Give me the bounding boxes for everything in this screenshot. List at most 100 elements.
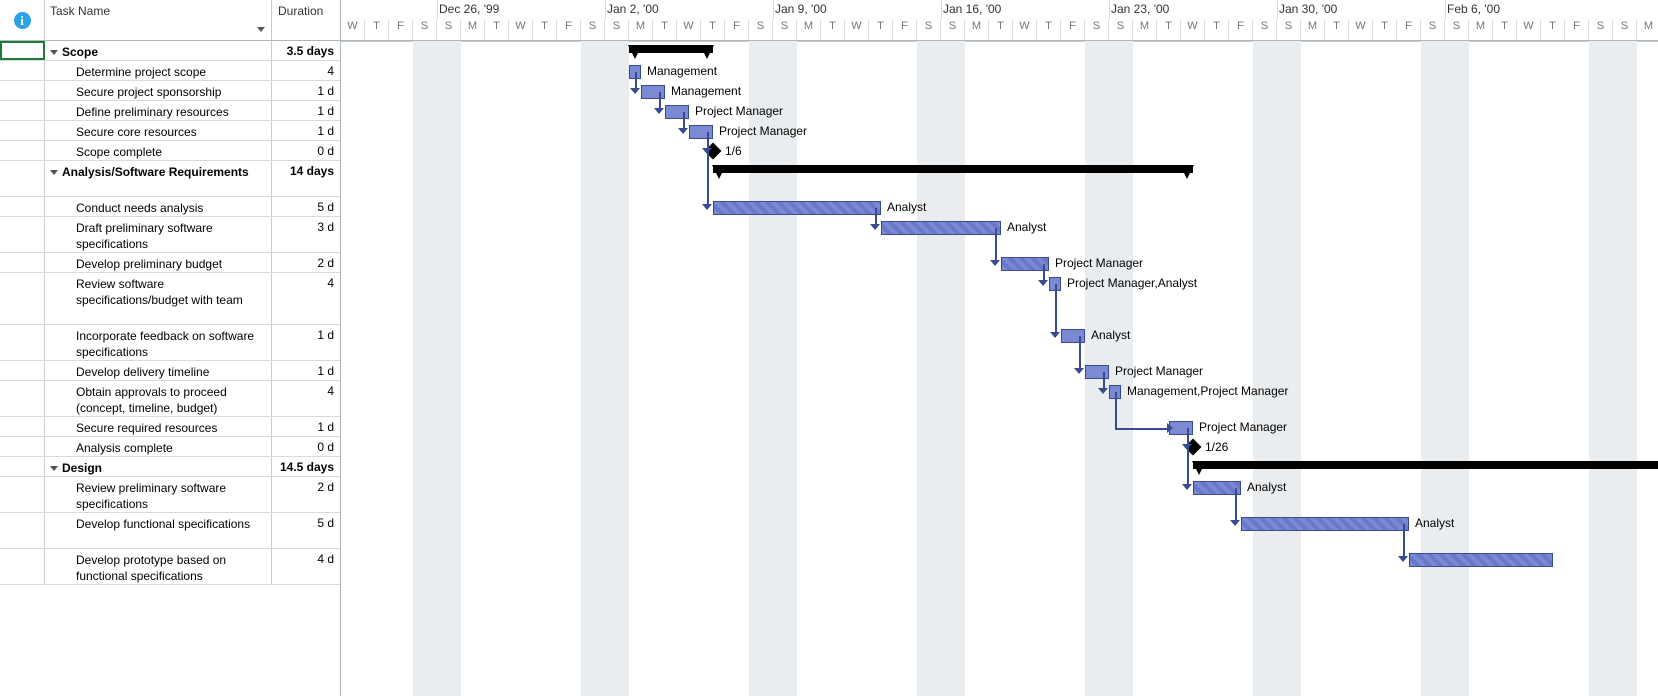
info-cell[interactable] xyxy=(0,361,45,380)
duration-cell[interactable]: 1 d xyxy=(272,121,340,140)
task-row[interactable]: Analysis/Software Requirements14 days xyxy=(0,161,340,197)
gantt-chart[interactable]: ManagementManagementProject ManagerProje… xyxy=(341,41,1658,696)
task-row[interactable]: Design14.5 days xyxy=(0,457,340,477)
duration-cell[interactable]: 1 d xyxy=(272,81,340,100)
task-bar[interactable] xyxy=(1169,421,1193,435)
task-name-cell[interactable]: Develop prototype based on functional sp… xyxy=(44,549,272,584)
info-cell[interactable] xyxy=(0,273,45,324)
task-row[interactable]: Secure core resources1 d xyxy=(0,121,340,141)
task-name-cell[interactable]: Review software specifications/budget wi… xyxy=(44,273,272,324)
summary-bar[interactable] xyxy=(629,45,713,53)
task-row[interactable]: Incorporate feedback on software specifi… xyxy=(0,325,340,361)
duration-cell[interactable]: 2 d xyxy=(272,477,340,512)
milestone-marker[interactable] xyxy=(705,143,722,160)
task-bar[interactable] xyxy=(1085,365,1109,379)
task-row[interactable]: Develop functional specifications5 d xyxy=(0,513,340,549)
duration-cell[interactable]: 4 xyxy=(272,381,340,416)
task-name-cell[interactable]: Review preliminary software specificatio… xyxy=(44,477,272,512)
info-cell[interactable] xyxy=(0,477,45,512)
task-name-column-header[interactable]: Task Name xyxy=(44,0,272,40)
task-row[interactable]: Scope complete0 d xyxy=(0,141,340,161)
duration-column-header[interactable]: Duration xyxy=(272,0,340,40)
task-name-cell[interactable]: Draft preliminary software specification… xyxy=(44,217,272,252)
duration-cell[interactable]: 3 d xyxy=(272,217,340,252)
task-name-cell[interactable]: Analysis/Software Requirements xyxy=(44,161,272,196)
task-row[interactable]: Obtain approvals to proceed (concept, ti… xyxy=(0,381,340,417)
task-name-cell[interactable]: Develop preliminary budget xyxy=(44,253,272,272)
duration-cell[interactable]: 1 d xyxy=(272,101,340,120)
info-cell[interactable] xyxy=(0,417,45,436)
task-bar[interactable] xyxy=(1061,329,1085,343)
duration-cell[interactable]: 0 d xyxy=(272,141,340,160)
task-name-cell[interactable]: Incorporate feedback on software specifi… xyxy=(44,325,272,360)
task-bar[interactable] xyxy=(1109,385,1121,399)
summary-bar[interactable] xyxy=(713,165,1193,173)
duration-cell[interactable]: 1 d xyxy=(272,325,340,360)
milestone-marker[interactable] xyxy=(1185,439,1202,456)
info-cell[interactable] xyxy=(0,141,45,160)
task-name-cell[interactable]: Secure required resources xyxy=(44,417,272,436)
task-bar[interactable] xyxy=(689,125,713,139)
task-name-cell[interactable]: Scope xyxy=(44,41,272,60)
info-cell[interactable] xyxy=(0,253,45,272)
task-name-cell[interactable]: Design xyxy=(44,457,272,476)
duration-cell[interactable]: 5 d xyxy=(272,197,340,216)
task-row[interactable]: Draft preliminary software specification… xyxy=(0,217,340,253)
task-name-cell[interactable]: Scope complete xyxy=(44,141,272,160)
task-bar[interactable] xyxy=(1409,553,1553,567)
info-cell[interactable] xyxy=(0,325,45,360)
task-bar[interactable] xyxy=(1049,277,1061,291)
duration-cell[interactable]: 1 d xyxy=(272,417,340,436)
info-cell[interactable] xyxy=(0,41,45,60)
task-name-cell[interactable]: Develop functional specifications xyxy=(44,513,272,548)
collapse-toggle-icon[interactable] xyxy=(50,50,58,55)
task-row[interactable]: Review software specifications/budget wi… xyxy=(0,273,340,325)
task-name-cell[interactable]: Obtain approvals to proceed (concept, ti… xyxy=(44,381,272,416)
task-name-cell[interactable]: Develop delivery timeline xyxy=(44,361,272,380)
task-name-cell[interactable]: Determine project scope xyxy=(44,61,272,80)
task-bar[interactable] xyxy=(1193,481,1241,495)
summary-bar[interactable] xyxy=(1193,461,1658,469)
duration-cell[interactable]: 5 d xyxy=(272,513,340,548)
duration-cell[interactable]: 1 d xyxy=(272,361,340,380)
task-row[interactable]: Secure required resources1 d xyxy=(0,417,340,437)
task-row[interactable]: Review preliminary software specificatio… xyxy=(0,477,340,513)
info-column-header[interactable]: i xyxy=(0,0,45,40)
info-cell[interactable] xyxy=(0,81,45,100)
task-row[interactable]: Analysis complete0 d xyxy=(0,437,340,457)
task-row[interactable]: Secure project sponsorship1 d xyxy=(0,81,340,101)
duration-cell[interactable]: 4 xyxy=(272,61,340,80)
task-name-cell[interactable]: Secure core resources xyxy=(44,121,272,140)
task-row[interactable]: Develop preliminary budget2 d xyxy=(0,253,340,273)
task-bar[interactable] xyxy=(629,65,641,79)
info-cell[interactable] xyxy=(0,197,45,216)
task-row[interactable]: Develop prototype based on functional sp… xyxy=(0,549,340,585)
collapse-toggle-icon[interactable] xyxy=(50,170,58,175)
task-bar[interactable] xyxy=(713,201,881,215)
info-cell[interactable] xyxy=(0,513,45,548)
task-name-cell[interactable]: Analysis complete xyxy=(44,437,272,456)
task-row[interactable]: Define preliminary resources1 d xyxy=(0,101,340,121)
duration-cell[interactable]: 0 d xyxy=(272,437,340,456)
task-grid[interactable]: Scope3.5 daysDetermine project scope4Sec… xyxy=(0,41,341,696)
task-bar[interactable] xyxy=(881,221,1001,235)
task-row[interactable]: Conduct needs analysis5 d xyxy=(0,197,340,217)
info-cell[interactable] xyxy=(0,161,45,196)
duration-cell[interactable]: 14.5 days xyxy=(272,457,340,476)
task-name-cell[interactable]: Secure project sponsorship xyxy=(44,81,272,100)
task-row[interactable]: Scope3.5 days xyxy=(0,41,340,61)
info-cell[interactable] xyxy=(0,61,45,80)
duration-cell[interactable]: 4 d xyxy=(272,549,340,584)
info-cell[interactable] xyxy=(0,457,45,476)
task-bar[interactable] xyxy=(1241,517,1409,531)
duration-cell[interactable]: 14 days xyxy=(272,161,340,196)
duration-cell[interactable]: 4 xyxy=(272,273,340,324)
info-cell[interactable] xyxy=(0,101,45,120)
task-name-cell[interactable]: Define preliminary resources xyxy=(44,101,272,120)
info-cell[interactable] xyxy=(0,217,45,252)
task-bar[interactable] xyxy=(665,105,689,119)
duration-cell[interactable]: 2 d xyxy=(272,253,340,272)
task-row[interactable]: Determine project scope4 xyxy=(0,61,340,81)
task-name-cell[interactable]: Conduct needs analysis xyxy=(44,197,272,216)
info-cell[interactable] xyxy=(0,121,45,140)
